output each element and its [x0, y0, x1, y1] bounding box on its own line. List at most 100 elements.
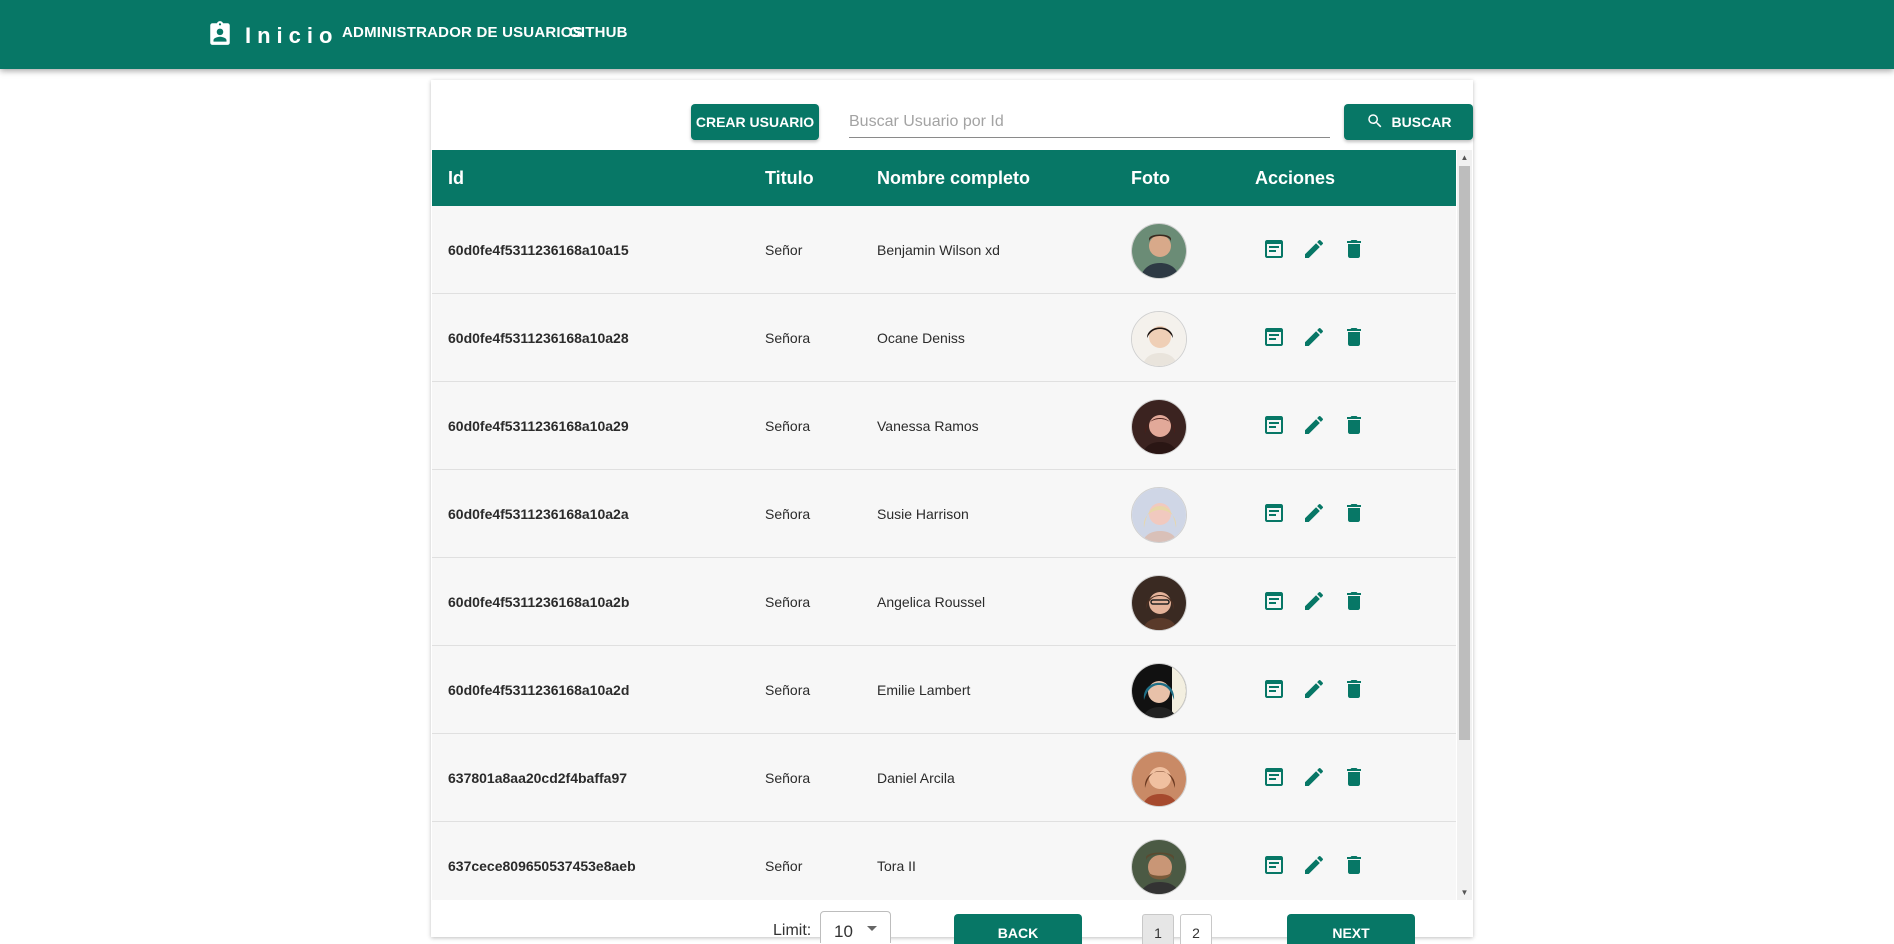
edit-pencil-icon[interactable] [1302, 765, 1326, 789]
cell-id: 637cece809650537453e8aeb [448, 858, 636, 874]
delete-trash-icon[interactable] [1342, 677, 1366, 701]
delete-trash-icon[interactable] [1342, 325, 1366, 349]
avatar [1131, 575, 1187, 631]
cell-name: Daniel Arcila [877, 770, 955, 786]
delete-trash-icon[interactable] [1342, 237, 1366, 261]
delete-trash-icon[interactable] [1342, 413, 1366, 437]
edit-pencil-icon[interactable] [1302, 413, 1326, 437]
cell-name: Benjamin Wilson xd [877, 242, 1000, 258]
page-button-2[interactable]: 2 [1180, 914, 1212, 944]
avatar [1131, 663, 1187, 719]
avatar [1131, 399, 1187, 455]
scroll-up-arrow-icon[interactable]: ▲ [1457, 150, 1472, 165]
cell-title: Señora [765, 682, 811, 698]
avatar [1131, 487, 1187, 543]
scroll-thumb[interactable] [1459, 166, 1470, 740]
table-scrollbar[interactable]: ▲ ▼ [1457, 150, 1472, 900]
users-table: Id Titulo Nombre completo Foto Acciones … [432, 150, 1472, 900]
search-field [849, 106, 1330, 138]
cell-name: Vanessa Ramos [877, 418, 979, 434]
table-row: 60d0fe4f5311236168a10a15 Señor Benjamin … [432, 206, 1456, 294]
search-input[interactable] [849, 106, 1330, 137]
row-actions [1262, 677, 1366, 701]
table-row: 60d0fe4f5311236168a10a2d Señora Emilie L… [432, 646, 1456, 734]
search-button[interactable]: BUSCAR [1344, 104, 1473, 140]
row-actions [1262, 237, 1366, 261]
limit-label: Limit: [773, 922, 812, 939]
avatar [1131, 751, 1187, 807]
table-header: Id Titulo Nombre completo Foto Acciones [432, 150, 1456, 206]
delete-trash-icon[interactable] [1342, 765, 1366, 789]
create-user-button[interactable]: CREAR USUARIO [691, 104, 819, 140]
search-button-label: BUSCAR [1391, 114, 1452, 130]
header-actions: Acciones [1255, 168, 1336, 188]
cell-title: Señora [765, 506, 811, 522]
cell-id: 60d0fe4f5311236168a10a2d [448, 682, 630, 698]
details-icon[interactable] [1262, 413, 1286, 437]
header-id: Id [448, 168, 464, 188]
header-title: Titulo [765, 168, 814, 188]
edit-pencil-icon[interactable] [1302, 237, 1326, 261]
details-icon[interactable] [1262, 325, 1286, 349]
table-row: 60d0fe4f5311236168a10a2a Señora Susie Ha… [432, 470, 1456, 558]
cell-id: 60d0fe4f5311236168a10a29 [448, 418, 629, 434]
limit-select[interactable]: 10 [820, 911, 891, 943]
cell-title: Señor [765, 242, 803, 258]
avatar [1131, 311, 1187, 367]
cell-id: 60d0fe4f5311236168a10a2a [448, 506, 629, 522]
cell-name: Tora II [877, 858, 916, 874]
table-row: 60d0fe4f5311236168a10a2b Señora Angelica… [432, 558, 1456, 646]
delete-trash-icon[interactable] [1342, 501, 1366, 525]
back-button[interactable]: BACK [954, 914, 1082, 944]
cell-id: 60d0fe4f5311236168a10a15 [448, 242, 629, 258]
row-actions [1262, 501, 1366, 525]
app-bar: Inicio ADMINISTRADOR DE USUARIOS GITHUB [0, 0, 1894, 69]
cell-name: Angelica Roussel [877, 594, 986, 610]
cell-id: 60d0fe4f5311236168a10a2b [448, 594, 630, 610]
edit-pencil-icon[interactable] [1302, 677, 1326, 701]
details-icon[interactable] [1262, 237, 1286, 261]
edit-pencil-icon[interactable] [1302, 589, 1326, 613]
details-icon[interactable] [1262, 853, 1286, 877]
nav-link-github[interactable]: GITHUB [569, 24, 628, 41]
row-actions [1262, 765, 1366, 789]
page-button-1[interactable]: 1 [1142, 914, 1174, 944]
contact-badge-icon [209, 20, 231, 51]
row-actions [1262, 589, 1366, 613]
search-icon [1366, 112, 1384, 133]
table-row: 60d0fe4f5311236168a10a28 Señora Ocane De… [432, 294, 1456, 382]
table-body: 60d0fe4f5311236168a10a15 Señor Benjamin … [432, 206, 1456, 900]
cell-name: Emilie Lambert [877, 682, 971, 698]
users-card: CREAR USUARIO BUSCAR Id Titulo Nombre co… [431, 80, 1473, 944]
scroll-down-arrow-icon[interactable]: ▼ [1457, 885, 1472, 900]
details-icon[interactable] [1262, 589, 1286, 613]
avatar [1131, 839, 1187, 895]
row-actions [1262, 853, 1366, 877]
next-button[interactable]: NEXT [1287, 914, 1415, 944]
details-icon[interactable] [1262, 677, 1286, 701]
row-actions [1262, 325, 1366, 349]
table-row: 60d0fe4f5311236168a10a29 Señora Vanessa … [432, 382, 1456, 470]
details-icon[interactable] [1262, 765, 1286, 789]
cell-id: 60d0fe4f5311236168a10a28 [448, 330, 629, 346]
edit-pencil-icon[interactable] [1302, 853, 1326, 877]
cell-title: Señora [765, 770, 811, 786]
delete-trash-icon[interactable] [1342, 853, 1366, 877]
details-icon[interactable] [1262, 501, 1286, 525]
caret-down-icon [867, 926, 877, 931]
row-actions [1262, 413, 1366, 437]
table-row: 637cece809650537453e8aeb Señor Tora II [432, 822, 1456, 900]
nav-link-admin-users[interactable]: ADMINISTRADOR DE USUARIOS [342, 24, 583, 41]
header-photo: Foto [1131, 168, 1170, 188]
cell-name: Susie Harrison [877, 506, 969, 522]
brand-home-link[interactable]: Inicio [209, 20, 338, 51]
cell-title: Señora [765, 330, 811, 346]
header-full-name: Nombre completo [877, 168, 1031, 188]
cell-title: Señora [765, 594, 811, 610]
cell-title: Señor [765, 858, 803, 874]
edit-pencil-icon[interactable] [1302, 325, 1326, 349]
edit-pencil-icon[interactable] [1302, 501, 1326, 525]
cell-id: 637801a8aa20cd2f4baffa97 [448, 770, 628, 786]
avatar [1131, 223, 1187, 279]
delete-trash-icon[interactable] [1342, 589, 1366, 613]
